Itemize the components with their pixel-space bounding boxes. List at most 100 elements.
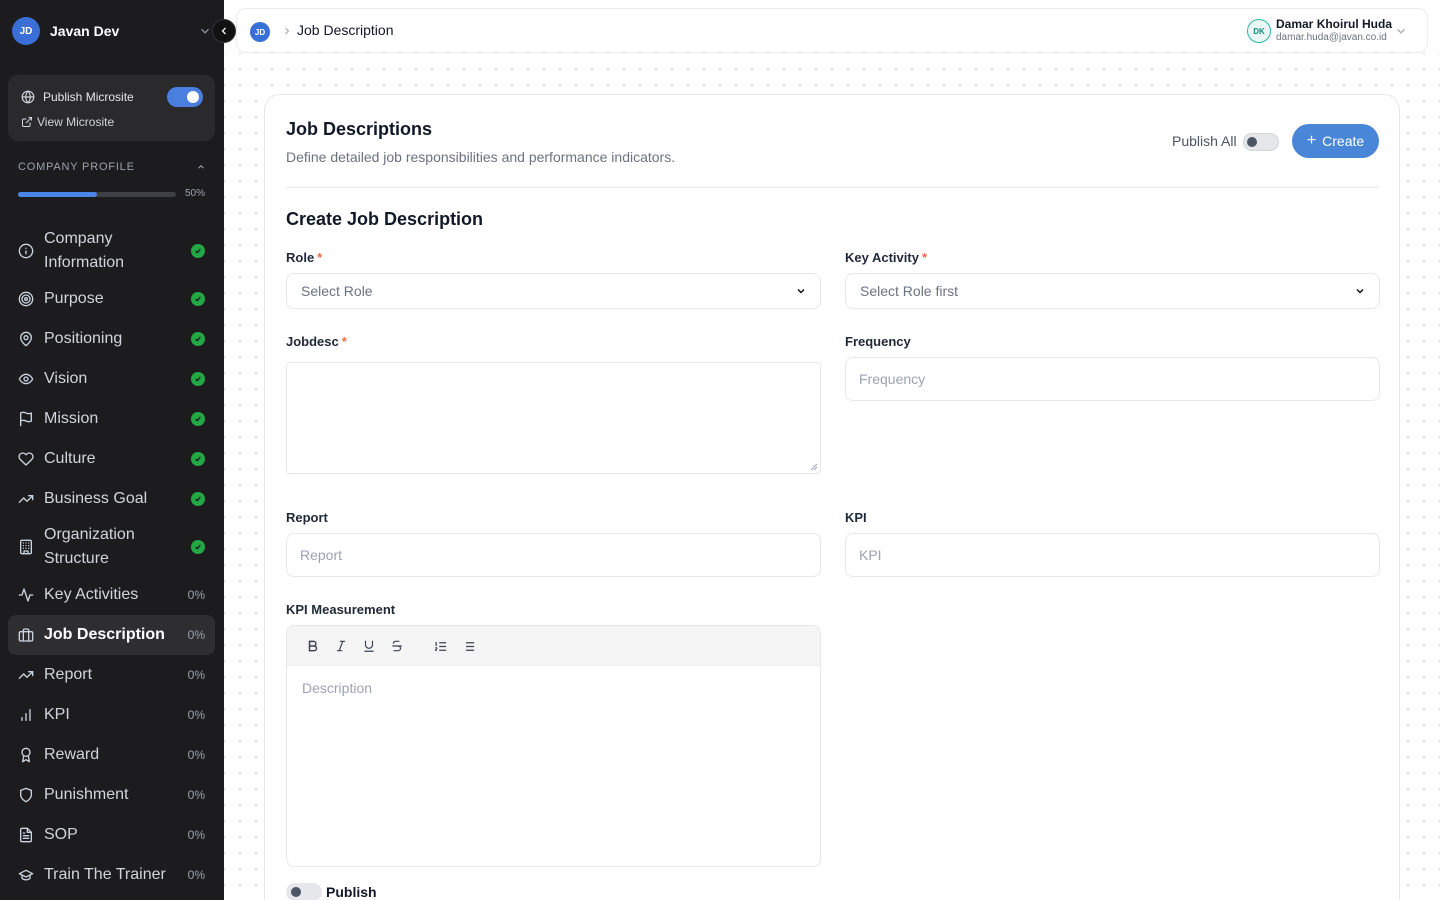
sidebar-item-progress: 0% [187,628,205,642]
chevron-down-icon [797,288,805,294]
sidebar-item-label: Key Activities [44,583,138,607]
sidebar-item-progress: 0% [187,708,205,722]
sidebar-item-label-line: Vision [44,370,88,387]
collapse-sidebar-button[interactable] [212,19,236,43]
sidebar-item-report[interactable]: Report 0% [8,655,215,695]
sidebar-item-label: Mission [44,407,98,431]
job-descriptions-card: Job Descriptions Define detailed job res… [264,94,1400,900]
create-label: Create [1322,133,1365,149]
key-activity-select[interactable]: Select Role first [845,273,1380,309]
sidebar-item-sop[interactable]: SOP 0% [8,815,215,855]
kpi-measurement-editor[interactable]: Description [286,625,821,867]
chevron-down-icon[interactable] [1394,24,1408,38]
microsite-card: Publish Microsite View Microsite [8,75,215,141]
user-avatar[interactable]: DK [1247,19,1271,43]
resize-handle-icon[interactable] [810,463,818,471]
eye-icon [18,373,34,385]
sidebar-item-organization-structure[interactable]: Organization Structure [8,519,215,575]
sidebar-item-label-line: Train The Trainer [44,866,166,883]
sidebar-item-label-line: Business Goal [44,490,148,507]
sidebar-item-company-information[interactable]: Company Information [8,223,215,279]
role-select-value: Select Role [301,283,373,299]
check-circle-icon [191,452,205,466]
sidebar-item-purpose[interactable]: Purpose [8,279,215,319]
bar-chart-icon [21,709,31,721]
company-profile-header[interactable]: COMPANY PROFILE [18,161,206,173]
company-profile-progress [18,192,176,197]
kpi-input[interactable]: KPI [845,533,1380,577]
trending-up-icon [18,671,34,679]
create-button[interactable]: + Create [1292,124,1379,158]
underline-icon[interactable] [361,638,377,654]
breadcrumb-current: Job Description [297,22,394,38]
sidebar-item-label: KPI [44,703,70,727]
sidebar-item-label-line: Organization [44,526,135,543]
ordered-list-icon[interactable] [432,638,448,654]
sidebar-item-label-line: SOP [44,826,78,843]
sidebar-item-label: Vision [44,367,87,391]
sidebar-item-mission[interactable]: Mission [8,399,215,439]
sidebar-item-punishment[interactable]: Punishment 0% [8,775,215,815]
publish-microsite-toggle[interactable] [167,87,203,107]
sidebar-item-culture[interactable]: Culture [8,439,215,479]
sidebar-item-train-the-trainer[interactable]: Train The Trainer 0% [8,855,215,895]
progress-fill [18,192,97,197]
external-link-icon [22,117,32,127]
jobdesc-label: Jobdesc * [286,334,347,349]
workspace-avatar: JD [12,17,40,45]
sidebar: JD Javan Dev Publish Microsite View Micr… [0,0,224,900]
bullet-list-icon[interactable] [460,638,476,654]
kpi-measurement-placeholder: Description [302,680,373,696]
sidebar-item-business-goal[interactable]: Business Goal [8,479,215,519]
required-marker: * [341,334,347,349]
bold-icon[interactable] [305,638,321,654]
workspace-name: Javan Dev [50,23,120,39]
publish-all-label: Publish All [1172,133,1237,149]
sidebar-item-label: Reward [44,743,99,767]
publish-all-toggle[interactable] [1243,133,1279,151]
report-input[interactable]: Report [286,533,821,577]
sidebar-item-label-line: Company [44,230,113,247]
breadcrumb-avatar[interactable]: JD [250,22,270,42]
jobdesc-label-text: Jobdesc [286,334,339,349]
sidebar-item-kpi[interactable]: KPI 0% [8,695,215,735]
sidebar-item-label-line: Job Description [44,626,165,643]
publish-microsite-label: Publish Microsite [43,90,134,104]
view-microsite-link[interactable]: View Microsite [21,115,114,129]
jobdesc-textarea[interactable] [286,362,821,474]
sidebar-item-label-line: Information [44,254,125,271]
heart-icon [18,452,34,466]
sidebar-item-progress: 0% [187,868,205,882]
sidebar-item-label: Culture [44,447,96,471]
kpi-label: KPI [845,510,867,525]
frequency-label: Frequency [845,334,911,349]
user-name[interactable]: Damar Khoirul Huda [1276,17,1392,31]
frequency-input[interactable]: Frequency [845,357,1380,401]
sidebar-item-positioning[interactable]: Positioning [8,319,215,359]
map-pin-icon [20,331,32,347]
publish-microsite-row: Publish Microsite [21,87,203,107]
progress-percent: 50% [185,188,206,199]
italic-icon[interactable] [333,638,349,654]
briefcase-icon [18,628,34,642]
sidebar-item-vision[interactable]: Vision [8,359,215,399]
key-activity-select-value: Select Role first [860,283,959,299]
workspace-switcher[interactable]: JD Javan Dev [12,17,212,45]
sidebar-item-label: Report [44,663,92,687]
role-select[interactable]: Select Role [286,273,821,309]
sidebar-item-label-line: Structure [44,550,109,567]
shield-icon [20,787,32,803]
sidebar-item-label-line: Culture [44,450,96,467]
sidebar-item-job-description[interactable]: Job Description 0% [8,615,215,655]
strikethrough-icon[interactable] [389,638,405,654]
sidebar-item-label-line: Positioning [44,330,123,347]
plus-icon: + [1306,132,1317,149]
sidebar-item-progress: 0% [187,828,205,842]
sidebar-item-key-activities[interactable]: Key Activities 0% [8,575,215,615]
publish-toggle[interactable] [286,883,322,900]
chevron-down-icon [201,28,209,34]
sidebar-item-reward[interactable]: Reward 0% [8,735,215,775]
sidebar-item-label-line: Reward [44,746,100,763]
form-title: Create Job Description [286,209,484,229]
file-text-icon [20,827,32,843]
